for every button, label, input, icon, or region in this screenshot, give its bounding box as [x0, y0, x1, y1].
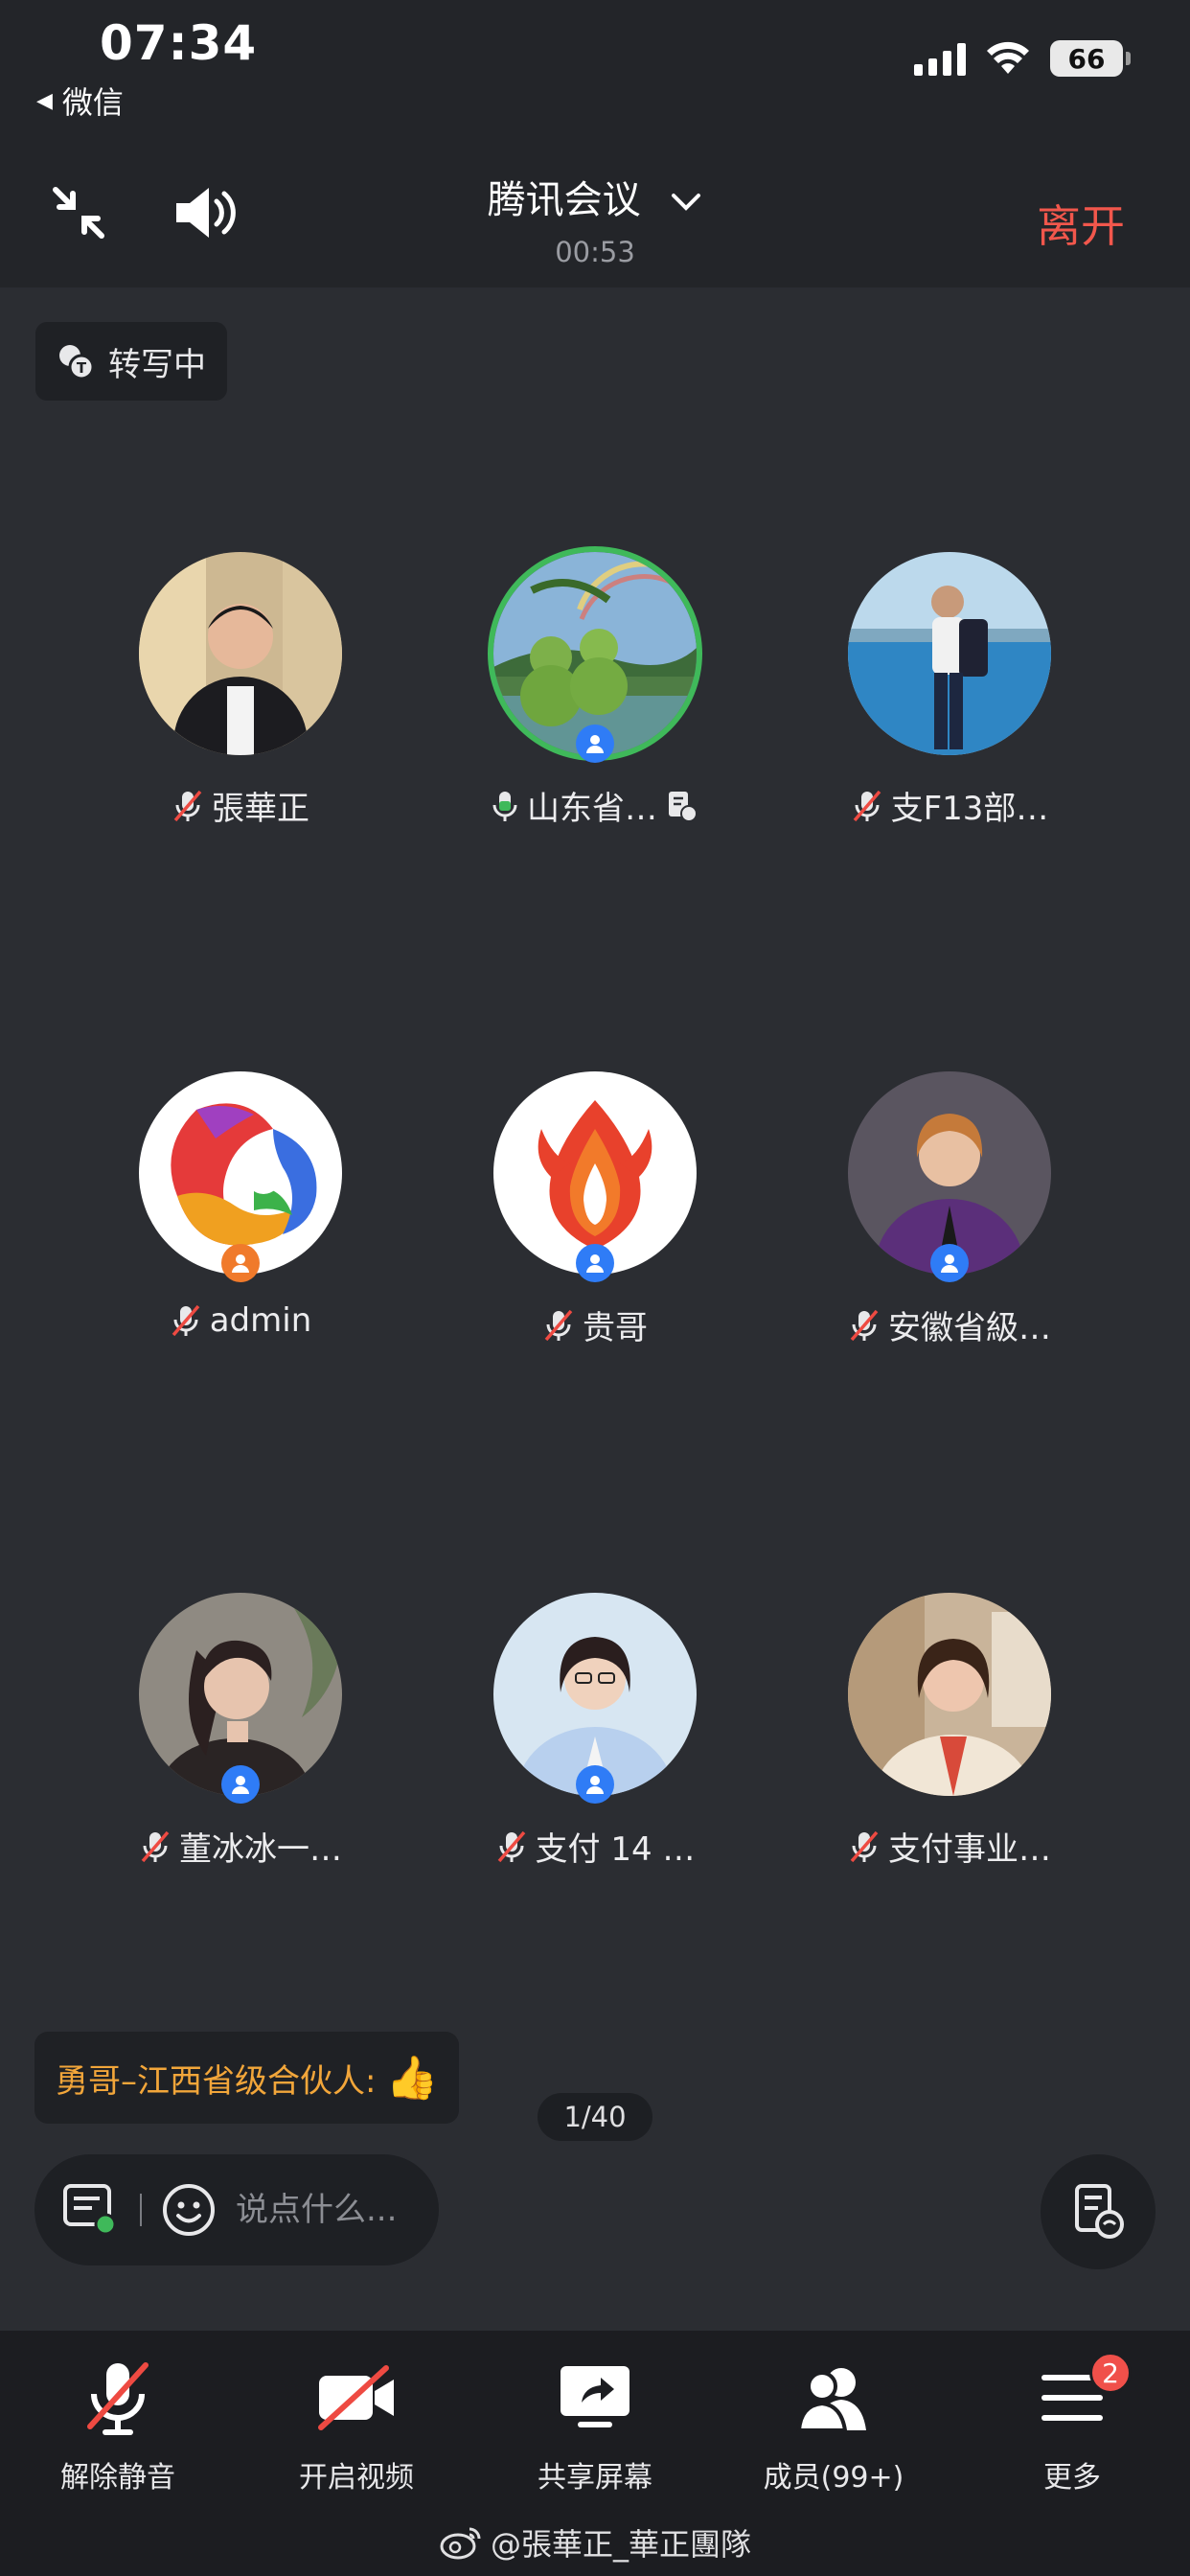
signal-icon: [914, 41, 966, 76]
member-badge-icon: [576, 1244, 614, 1282]
members-button[interactable]: 成员(99+): [728, 2350, 939, 2496]
participant-name: 支付 14 …: [535, 1830, 696, 1869]
transcribing-status[interactable]: T 转写中: [35, 322, 227, 401]
participant-name: 贵哥: [583, 1309, 648, 1347]
meeting-timer: 00:53: [555, 236, 635, 268]
participant-name: 山东省…: [527, 790, 657, 828]
transcribe-icon: T: [59, 345, 95, 380]
leave-button[interactable]: 离开: [1037, 192, 1125, 255]
watermark: @張華正_華正團隊: [0, 2520, 1190, 2564]
start-video-label: 开启视频: [299, 2461, 414, 2495]
more-button[interactable]: 2 更多: [967, 2350, 1178, 2496]
chat-message-bubble[interactable]: 勇哥–江西省级合伙人: 👍: [34, 2032, 460, 2124]
watermark-text: @張華正_華正團隊: [490, 2526, 751, 2563]
chat-input-bar[interactable]: [34, 2154, 439, 2266]
back-arrow-icon: ◀: [36, 88, 53, 113]
mic-muted-icon: [172, 1304, 200, 1337]
mic-muted-icon: [850, 1309, 879, 1341]
weibo-icon: [440, 2527, 481, 2560]
participant-tile[interactable]: admin: [63, 1071, 418, 1340]
chat-list-icon[interactable]: [61, 2182, 121, 2238]
participant-tile[interactable]: 支付 14 …: [418, 1593, 772, 1870]
share-screen-label: 共享屏幕: [538, 2461, 652, 2495]
unmute-label: 解除静音: [60, 2461, 175, 2495]
participant-name: 張華正: [212, 790, 309, 828]
participant-tile[interactable]: 安徽省級…: [772, 1071, 1127, 1348]
host-badge-icon: [221, 1244, 260, 1282]
chat-message-input[interactable]: [236, 2191, 427, 2229]
mic-muted-icon: [87, 2362, 149, 2435]
participant-tile[interactable]: 董冰冰一…: [63, 1593, 418, 1870]
share-screen-icon: [561, 2366, 629, 2427]
participant-tile[interactable]: 山东省…: [418, 552, 772, 829]
member-badge-icon: [576, 1765, 614, 1804]
participant-name: 安徽省級…: [888, 1309, 1051, 1347]
mic-muted-icon: [497, 1830, 525, 1862]
mic-muted-icon: [853, 790, 881, 821]
participant-name: admin: [209, 1301, 312, 1340]
avatar: [848, 552, 1051, 755]
chat-message-text: 勇哥–江西省级合伙人:: [56, 2061, 377, 2101]
battery-icon: 66: [1050, 40, 1131, 77]
wifi-icon: [987, 41, 1029, 74]
notes-icon: [1075, 2184, 1124, 2239]
participant-tile[interactable]: 支付事业…: [772, 1593, 1127, 1870]
mic-muted-icon: [850, 1830, 879, 1862]
notification-badge: 2: [1089, 2352, 1132, 2394]
start-video-button[interactable]: 开启视频: [251, 2350, 462, 2496]
transcribe-label: 转写中: [108, 345, 206, 384]
member-badge-icon: [576, 724, 614, 763]
member-badge-icon: [930, 1244, 969, 1282]
participant-name: 董冰冰一…: [179, 1830, 342, 1869]
more-label: 更多: [1043, 2461, 1101, 2495]
video-off-icon: [318, 2365, 394, 2430]
mic-muted-icon: [141, 1830, 170, 1862]
thumbs-up-icon: 👍: [385, 2054, 439, 2103]
participant-name: 支F13部…: [890, 790, 1049, 828]
svg-text:T: T: [77, 359, 87, 377]
divider: [140, 2194, 142, 2226]
participant-tile[interactable]: 張華正: [63, 552, 418, 829]
member-badge-icon: [221, 1765, 260, 1804]
avatar: [848, 1593, 1051, 1796]
mic-muted-icon: [173, 790, 202, 821]
participant-tile[interactable]: 支F13部…: [772, 552, 1127, 829]
chevron-down-icon: [672, 194, 701, 211]
notes-recording-icon: [669, 791, 698, 822]
status-time: 07:34: [100, 15, 258, 71]
mic-muted-icon: [544, 1309, 573, 1341]
share-screen-button[interactable]: 共享屏幕: [490, 2350, 700, 2496]
participant-tile[interactable]: 贵哥: [418, 1071, 772, 1348]
mic-active-icon: [492, 791, 517, 821]
page-indicator: 1/40: [538, 2093, 652, 2141]
participant-name: 支付事业…: [888, 1830, 1051, 1869]
emoji-icon[interactable]: [161, 2182, 217, 2238]
status-icons: 66: [914, 40, 1131, 77]
members-icon: [796, 2368, 866, 2432]
back-to-wechat[interactable]: ◀ 微信: [36, 79, 124, 123]
meeting-notes-button[interactable]: [1041, 2154, 1156, 2269]
meeting-title-label: 腾讯会议: [487, 178, 641, 222]
avatar: [139, 552, 342, 755]
unmute-button[interactable]: 解除静音: [12, 2350, 223, 2496]
back-app-label: 微信: [61, 84, 124, 121]
meeting-title[interactable]: 腾讯会议: [0, 169, 1190, 224]
members-label: 成员(99+): [763, 2461, 904, 2495]
